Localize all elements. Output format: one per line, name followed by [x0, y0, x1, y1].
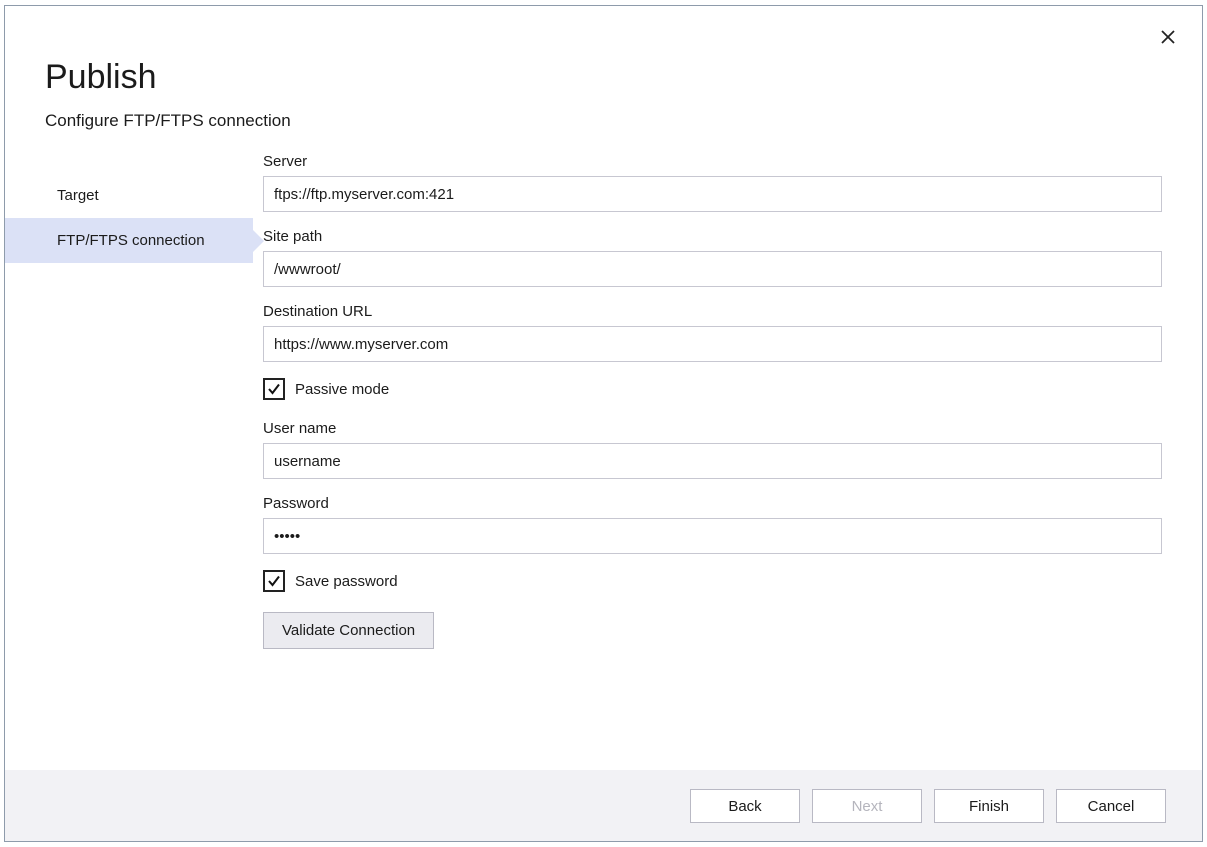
- sitepath-label: Site path: [263, 228, 1162, 245]
- username-label: User name: [263, 420, 1162, 437]
- checkmark-icon: [267, 382, 281, 396]
- field-sitepath: Site path: [263, 228, 1162, 287]
- checkmark-icon: [267, 574, 281, 588]
- save-password-checkbox[interactable]: [263, 570, 285, 592]
- server-label: Server: [263, 153, 1162, 170]
- form-area: Server Site path Destination URL Passive…: [253, 141, 1202, 770]
- field-desturl: Destination URL: [263, 303, 1162, 362]
- back-button[interactable]: Back: [690, 789, 800, 823]
- save-password-label: Save password: [295, 573, 398, 590]
- publish-dialog: Publish Configure FTP/FTPS connection Ta…: [4, 5, 1203, 842]
- desturl-input[interactable]: [263, 326, 1162, 362]
- field-save-password: Save password: [263, 570, 1162, 592]
- validate-connection-button[interactable]: Validate Connection: [263, 612, 434, 649]
- finish-button[interactable]: Finish: [934, 789, 1044, 823]
- sitepath-input[interactable]: [263, 251, 1162, 287]
- page-title: Publish: [45, 58, 1162, 97]
- close-icon: [1161, 30, 1175, 44]
- sidebar-item-target[interactable]: Target: [5, 173, 253, 218]
- passive-mode-label: Passive mode: [295, 381, 389, 398]
- dialog-body: Target FTP/FTPS connection Server Site p…: [5, 141, 1202, 770]
- close-button[interactable]: [1156, 26, 1180, 50]
- cancel-button[interactable]: Cancel: [1056, 789, 1166, 823]
- dialog-header: Publish Configure FTP/FTPS connection: [5, 6, 1202, 141]
- passive-mode-checkbox[interactable]: [263, 378, 285, 400]
- next-button[interactable]: Next: [812, 789, 922, 823]
- desturl-label: Destination URL: [263, 303, 1162, 320]
- dialog-footer: Back Next Finish Cancel: [5, 770, 1202, 841]
- page-subtitle: Configure FTP/FTPS connection: [45, 111, 1162, 131]
- sidebar-item-ftp-connection[interactable]: FTP/FTPS connection: [5, 218, 253, 263]
- username-input[interactable]: [263, 443, 1162, 479]
- field-passive-mode: Passive mode: [263, 378, 1162, 400]
- field-server: Server: [263, 153, 1162, 212]
- field-password: Password: [263, 495, 1162, 554]
- wizard-sidebar: Target FTP/FTPS connection: [5, 141, 253, 770]
- server-input[interactable]: [263, 176, 1162, 212]
- password-label: Password: [263, 495, 1162, 512]
- password-input[interactable]: [263, 518, 1162, 554]
- field-username: User name: [263, 420, 1162, 479]
